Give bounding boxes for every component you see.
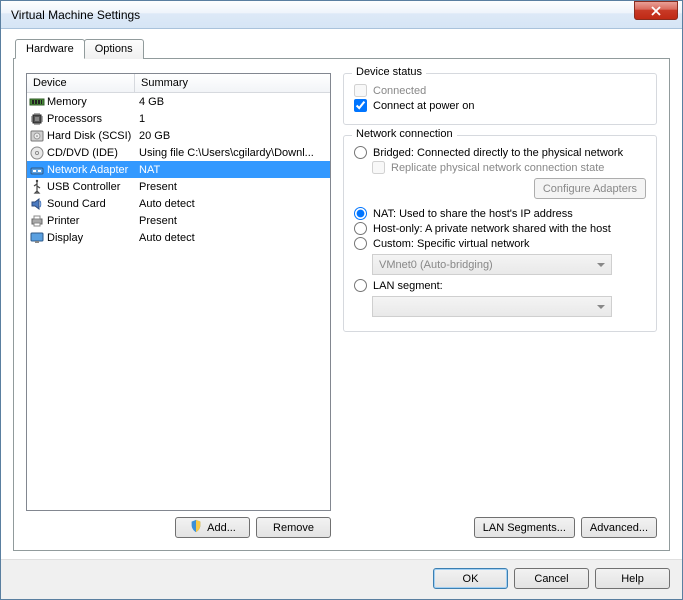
hostonly-label: Host-only: A private network shared with… bbox=[373, 223, 611, 235]
dialog-footer: OK Cancel Help bbox=[1, 559, 682, 599]
device-summary: Using file C:\Users\cgilardy\Downl... bbox=[135, 147, 330, 159]
connect-poweron-row[interactable]: Connect at power on bbox=[354, 99, 646, 112]
network-connection-title: Network connection bbox=[352, 128, 457, 140]
vm-settings-window: Virtual Machine Settings Hardware Option… bbox=[0, 0, 683, 600]
nat-radio-row[interactable]: NAT: Used to share the host's IP address bbox=[354, 207, 646, 220]
content-area: Hardware Options Device Summary Memory 4… bbox=[1, 29, 682, 559]
device-row-cddvd[interactable]: CD/DVD (IDE) Using file C:\Users\cgilard… bbox=[27, 144, 330, 161]
hostonly-radio-row[interactable]: Host-only: A private network shared with… bbox=[354, 222, 646, 235]
device-status-title: Device status bbox=[352, 66, 426, 78]
device-row-memory[interactable]: Memory 4 GB bbox=[27, 93, 330, 110]
close-button[interactable] bbox=[634, 1, 678, 20]
device-label: USB Controller bbox=[47, 181, 120, 193]
remove-button[interactable]: Remove bbox=[256, 517, 331, 538]
device-label: Processors bbox=[47, 113, 102, 125]
device-summary: Auto detect bbox=[135, 232, 330, 244]
device-summary: NAT bbox=[135, 164, 330, 176]
device-summary: Auto detect bbox=[135, 198, 330, 210]
lansegment-radio[interactable] bbox=[354, 279, 367, 292]
custom-label: Custom: Specific virtual network bbox=[373, 238, 530, 250]
device-label: Memory bbox=[47, 96, 87, 108]
tab-hardware[interactable]: Hardware bbox=[15, 39, 85, 59]
device-row-usb[interactable]: USB Controller Present bbox=[27, 178, 330, 195]
col-summary[interactable]: Summary bbox=[135, 74, 330, 92]
device-list[interactable]: Device Summary Memory 4 GB Processors 1 … bbox=[26, 73, 331, 511]
lan-segments-button[interactable]: LAN Segments... bbox=[474, 517, 575, 538]
device-row-display[interactable]: Display Auto detect bbox=[27, 229, 330, 246]
device-row-processors[interactable]: Processors 1 bbox=[27, 110, 330, 127]
device-label: Display bbox=[47, 232, 83, 244]
device-list-header: Device Summary bbox=[27, 74, 330, 93]
bridged-label: Bridged: Connected directly to the physi… bbox=[373, 147, 623, 159]
cpu-icon bbox=[29, 111, 45, 127]
replicate-label: Replicate physical network connection st… bbox=[391, 162, 604, 174]
nat-label: NAT: Used to share the host's IP address bbox=[373, 208, 573, 220]
shield-icon bbox=[189, 519, 203, 536]
add-label: Add... bbox=[207, 522, 236, 534]
device-summary: 4 GB bbox=[135, 96, 330, 108]
cancel-button[interactable]: Cancel bbox=[514, 568, 589, 589]
connect-poweron-checkbox[interactable] bbox=[354, 99, 367, 112]
device-label: Hard Disk (SCSI) bbox=[47, 130, 131, 142]
device-summary: Present bbox=[135, 181, 330, 193]
device-label: Printer bbox=[47, 215, 79, 227]
device-row-printer[interactable]: Printer Present bbox=[27, 212, 330, 229]
device-summary: 20 GB bbox=[135, 130, 330, 142]
detail-panel: Device status Connected Connect at power… bbox=[343, 73, 657, 538]
memory-icon bbox=[29, 94, 45, 110]
replicate-checkbox bbox=[372, 161, 385, 174]
device-row-sound[interactable]: Sound Card Auto detect bbox=[27, 195, 330, 212]
device-buttons: Add... Remove bbox=[26, 517, 331, 538]
connected-checkbox bbox=[354, 84, 367, 97]
device-summary: Present bbox=[135, 215, 330, 227]
lansegment-dropdown bbox=[372, 296, 612, 317]
device-label: CD/DVD (IDE) bbox=[47, 147, 118, 159]
detail-buttons: LAN Segments... Advanced... bbox=[343, 517, 657, 538]
chevron-down-icon bbox=[597, 305, 605, 309]
device-summary: 1 bbox=[135, 113, 330, 125]
chevron-down-icon bbox=[597, 263, 605, 267]
usb-icon bbox=[29, 179, 45, 195]
nat-radio[interactable] bbox=[354, 207, 367, 220]
replicate-row: Replicate physical network connection st… bbox=[372, 161, 646, 174]
advanced-button[interactable]: Advanced... bbox=[581, 517, 657, 538]
custom-network-dropdown: VMnet0 (Auto-bridging) bbox=[372, 254, 612, 275]
device-panel: Device Summary Memory 4 GB Processors 1 … bbox=[26, 73, 331, 538]
device-label: Sound Card bbox=[47, 198, 106, 210]
device-status-group: Device status Connected Connect at power… bbox=[343, 73, 657, 125]
tab-strip: Hardware Options bbox=[13, 39, 670, 59]
tab-pane: Device Summary Memory 4 GB Processors 1 … bbox=[13, 58, 670, 551]
network-connection-group: Network connection Bridged: Connected di… bbox=[343, 135, 657, 332]
printer-icon bbox=[29, 213, 45, 229]
col-device[interactable]: Device bbox=[27, 74, 135, 92]
cd-icon bbox=[29, 145, 45, 161]
display-icon bbox=[29, 230, 45, 246]
configure-adapters-button: Configure Adapters bbox=[534, 178, 646, 199]
help-button[interactable]: Help bbox=[595, 568, 670, 589]
lansegment-label: LAN segment: bbox=[373, 280, 443, 292]
connected-label: Connected bbox=[373, 85, 426, 97]
device-row-harddisk[interactable]: Hard Disk (SCSI) 20 GB bbox=[27, 127, 330, 144]
bridged-radio-row[interactable]: Bridged: Connected directly to the physi… bbox=[354, 146, 646, 159]
device-row-network[interactable]: Network Adapter NAT bbox=[27, 161, 330, 178]
titlebar: Virtual Machine Settings bbox=[1, 1, 682, 29]
custom-network-value: VMnet0 (Auto-bridging) bbox=[379, 259, 493, 271]
connected-checkbox-row: Connected bbox=[354, 84, 646, 97]
window-title: Virtual Machine Settings bbox=[11, 8, 634, 22]
custom-radio-row[interactable]: Custom: Specific virtual network bbox=[354, 237, 646, 250]
connect-poweron-label: Connect at power on bbox=[373, 100, 475, 112]
network-icon bbox=[29, 162, 45, 178]
device-label: Network Adapter bbox=[47, 164, 128, 176]
ok-button[interactable]: OK bbox=[433, 568, 508, 589]
hostonly-radio[interactable] bbox=[354, 222, 367, 235]
harddisk-icon bbox=[29, 128, 45, 144]
tab-options[interactable]: Options bbox=[84, 39, 144, 59]
add-button[interactable]: Add... bbox=[175, 517, 250, 538]
lansegment-radio-row[interactable]: LAN segment: bbox=[354, 279, 646, 292]
close-icon bbox=[651, 6, 661, 16]
custom-radio[interactable] bbox=[354, 237, 367, 250]
bridged-radio[interactable] bbox=[354, 146, 367, 159]
sound-icon bbox=[29, 196, 45, 212]
